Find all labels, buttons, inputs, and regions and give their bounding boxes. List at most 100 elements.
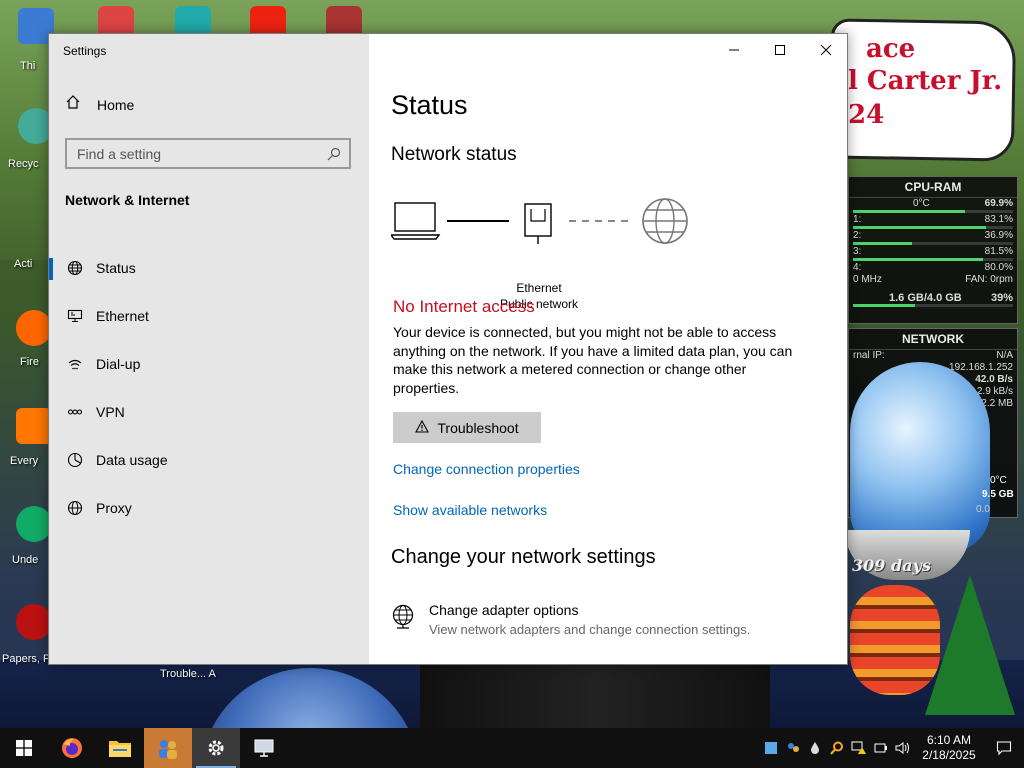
cpu-fan: FAN: 0rpm [965,274,1013,285]
core-value: 36.9% [984,230,1013,241]
change-settings-heading: Change your network settings [391,546,656,568]
widget-extra: 0.0 [976,504,990,515]
desktop-icon-firefox[interactable] [16,310,52,346]
desktop-icon-label: Recyc [8,158,39,170]
system-tray: 6:10 AM 2/18/2025 [760,728,1024,768]
folder-icon [109,741,131,757]
notification-icon [996,741,1012,756]
internal-ip-value: N/A [996,350,1013,361]
sidebar-item-label: VPN [96,404,125,420]
action-center-button[interactable] [984,728,1024,768]
page-title: Status [391,90,468,120]
minimize-button[interactable] [711,34,757,66]
network-title: NETWORK [849,329,1017,350]
troubleshoot-label: Troubleshoot [437,419,519,436]
close-icon [820,44,832,56]
sidebar-item-label: Ethernet [96,308,149,324]
cpu-freq: 0 MHz [853,274,882,285]
upload-rate: 2.9 kB/s [976,386,1013,397]
search-input[interactable]: Find a setting [65,138,351,169]
home-nav-item[interactable]: Home [65,94,134,115]
banner-text: l Carter Jr. [848,66,1003,96]
volume-icon[interactable] [892,728,914,768]
snow-globe-image [850,362,990,552]
ram-usage: 1.6 GB/4.0 GB [889,292,962,304]
desktop-icon-undelete[interactable] [16,506,52,542]
sidebar-item-proxy[interactable]: Proxy [49,484,369,532]
christmas-tree-image [925,575,1015,715]
core-name: 1: [853,214,862,225]
taskbar-file-explorer[interactable] [96,728,144,768]
ethernet-port-icon [524,203,552,244]
home-label: Home [97,96,135,113]
sidebar-item-ethernet[interactable]: Ethernet [49,292,369,340]
desktop-icon-label: Unde [12,554,39,566]
sidebar-item-label: Proxy [96,500,132,516]
tray-drop-icon[interactable] [804,728,826,768]
cpu-temp: 0°C [913,198,930,209]
change-connection-properties-link[interactable]: Change connection properties [393,461,580,477]
maximize-button[interactable] [757,34,803,66]
desktop-icon-label: Papers, P [2,653,51,665]
tray-network-warning-icon[interactable] [848,728,870,768]
firefox-icon [62,738,82,758]
taskbar-settings[interactable] [192,728,240,768]
taskbar-firefox[interactable] [48,728,96,768]
internal-ip-label: rnal IP: [853,350,885,361]
status-description: Your device is connected, but you might … [393,324,793,396]
desktop-icon-label: Acti [14,258,33,270]
start-button[interactable] [0,728,48,768]
change-adapter-options[interactable]: Change adapter options View network adap… [391,602,750,637]
tray-app-icon[interactable] [760,728,782,768]
globe-icon [65,498,85,518]
network-diagram: Ethernet Public network [391,197,711,311]
tray-people-icon[interactable] [782,728,804,768]
sidebar-item-label: Dial-up [96,356,141,372]
search-placeholder: Find a setting [77,145,162,162]
core-value: 83.1% [984,214,1013,225]
ethernet-icon [65,306,85,326]
cpu-total: 69.9% [984,198,1013,209]
home-icon [65,94,81,115]
taskbar: 6:10 AM 2/18/2025 [0,728,1024,768]
desktop-icon-everything[interactable] [16,408,52,444]
taskbar-clock[interactable]: 6:10 AM 2/18/2025 [914,733,984,763]
maximize-icon [775,45,785,55]
download-rate: 42.0 B/s [975,374,1013,385]
widget-temp: 0°C [990,475,1007,486]
core-name: 3: [853,246,862,257]
days-counter: 309 days [852,556,931,575]
ram-percent: 39% [990,292,1013,304]
section-title: Network & Internet [65,192,190,208]
ip-address: 192.168.1.252 [949,362,1013,373]
show-available-networks-link[interactable]: Show available networks [393,502,547,518]
desktop-road-image [420,665,770,730]
sidebar-item-status[interactable]: Status [49,244,369,292]
sidebar-item-vpn[interactable]: VPN [49,388,369,436]
globe-status-icon [65,258,85,278]
clock-date: 2/18/2025 [922,748,976,762]
sidebar-item-data-usage[interactable]: Data usage [49,436,369,484]
internet-globe-icon [642,198,688,244]
minimize-icon [729,49,739,51]
troubleshoot-button[interactable]: Troubleshoot [393,412,541,443]
close-button[interactable] [803,34,849,66]
tray-search-tool-icon[interactable] [826,728,848,768]
banner-text: ace [866,34,916,64]
clock-time: 6:10 AM [926,733,972,747]
tray-usb-icon[interactable] [870,728,892,768]
search-icon[interactable] [319,147,349,161]
people-app-icon [159,740,177,759]
network-status-heading: Network status [391,144,517,165]
banner-text: 24 [848,100,885,130]
sidebar-item-label: Data usage [96,452,168,468]
vpn-icon [65,402,85,422]
dial-up-icon [65,354,85,374]
windows-icon [16,740,32,756]
sidebar-item-dial-up[interactable]: Dial-up [49,340,369,388]
taskbar-network-troubleshooter[interactable] [240,728,288,768]
desktop-icon-papers-please[interactable] [16,604,52,640]
cpu-ram-widget: CPU-RAM 0°C 69.9% 1: 83.1% 2: 36.9% 3: 81.5%… [848,176,1018,324]
taskbar-app-people[interactable] [144,728,192,768]
sidebar-item-label: Status [96,260,136,276]
